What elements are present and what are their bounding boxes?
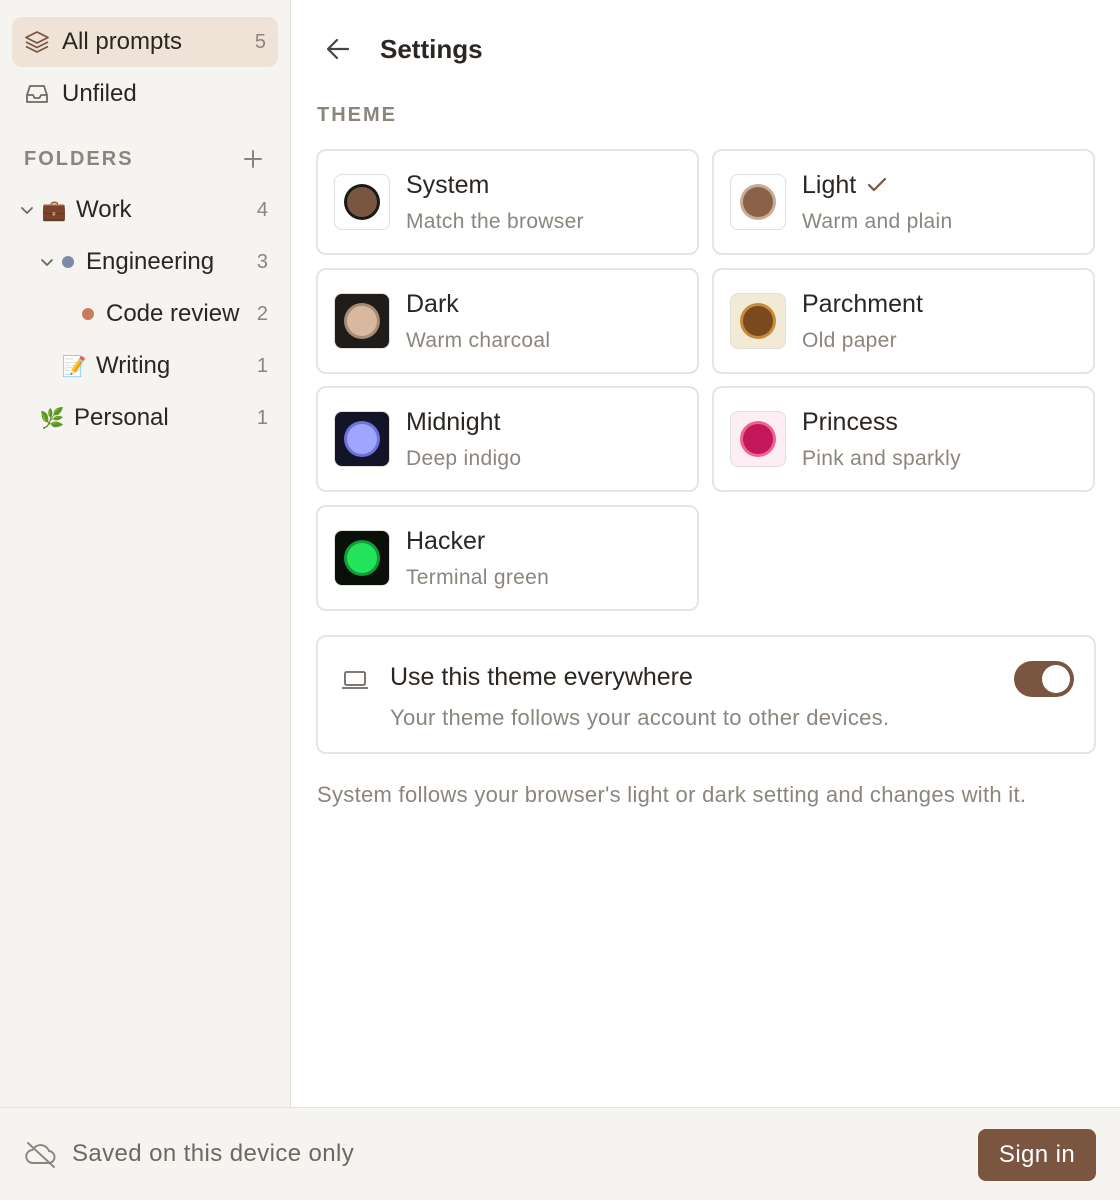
folder-count: 4	[256, 198, 268, 221]
sync-title: Use this theme everywhere	[390, 663, 693, 691]
folder-personal[interactable]: 🌿 Personal 1	[38, 396, 268, 440]
folders-title: FOLDERS	[24, 147, 134, 170]
theme-note: System follows your browser's light or d…	[317, 782, 1027, 807]
theme-desc: Pink and sparkly	[802, 446, 961, 470]
theme-desc: Warm charcoal	[406, 328, 551, 352]
theme-card-parchment[interactable]: Parchment Old paper	[712, 268, 1095, 374]
theme-swatch	[730, 293, 786, 349]
folder-code-review[interactable]: Code review 2	[76, 292, 268, 336]
theme-desc: Warm and plain	[802, 209, 953, 233]
theme-card-system[interactable]: System Match the browser	[316, 149, 699, 255]
theme-color-dot	[347, 543, 377, 573]
theme-card-dark[interactable]: Dark Warm charcoal	[316, 268, 699, 374]
nav-label: Unfiled	[62, 80, 137, 107]
settings-header: Settings	[320, 26, 483, 72]
theme-name: Princess	[802, 407, 898, 436]
folder-engineering[interactable]: Engineering 3	[38, 240, 268, 284]
herb-icon: 🌿	[39, 407, 65, 430]
folder-label: Work	[76, 196, 132, 223]
folder-color-dot	[82, 308, 94, 320]
theme-desc: Old paper	[802, 328, 897, 352]
folder-writing[interactable]: 📝 Writing 1	[60, 344, 268, 388]
nav-unfiled[interactable]: Unfiled	[12, 69, 278, 119]
laptop-icon	[340, 665, 370, 695]
folder-label: Engineering	[86, 248, 215, 275]
theme-swatch	[730, 174, 786, 230]
chevron-down-icon[interactable]	[38, 253, 56, 271]
theme-name: Dark	[406, 289, 459, 318]
theme-swatch	[334, 411, 390, 467]
theme-color-dot	[743, 187, 773, 217]
folder-label: Writing	[96, 352, 171, 379]
sign-in-button[interactable]: Sign in	[978, 1129, 1096, 1181]
theme-card-hacker[interactable]: Hacker Terminal green	[316, 505, 699, 611]
theme-card-light[interactable]: Light Warm and plain	[712, 149, 1095, 255]
add-folder-icon[interactable]	[242, 148, 264, 170]
sync-description: Your theme follows your account to other…	[390, 705, 890, 730]
theme-section-label: THEME	[317, 104, 397, 126]
back-arrow-icon[interactable]	[320, 31, 356, 67]
save-status: Saved on this device only	[72, 1140, 355, 1167]
checkmark-icon	[866, 176, 888, 194]
folder-count: 3	[256, 250, 268, 273]
sidebar: All prompts 5 Unfiled FOLDERS 💼 Work 4 E…	[0, 0, 291, 1107]
folder-label: Code review	[106, 300, 240, 327]
nav-all-prompts[interactable]: All prompts 5	[12, 17, 278, 67]
toggle-knob	[1042, 665, 1070, 693]
theme-color-dot	[743, 424, 773, 454]
theme-color-dot	[743, 306, 773, 336]
theme-name: System	[406, 170, 490, 199]
briefcase-icon: 💼	[41, 199, 67, 222]
folder-work[interactable]: 💼 Work 4	[18, 188, 268, 232]
theme-swatch	[334, 174, 390, 230]
theme-desc: Match the browser	[406, 209, 584, 233]
theme-desc: Terminal green	[406, 565, 550, 589]
theme-color-dot	[347, 424, 377, 454]
nav-label: All prompts	[62, 28, 183, 55]
theme-sync-setting: Use this theme everywhere Your theme fol…	[316, 635, 1096, 754]
folder-color-dot	[62, 256, 74, 268]
folder-count: 1	[256, 406, 268, 429]
cloud-off-icon	[24, 1138, 58, 1172]
folders-header: FOLDERS	[24, 144, 264, 174]
theme-color-dot	[347, 187, 377, 217]
chevron-down-icon[interactable]	[18, 201, 36, 219]
folder-count: 2	[256, 302, 268, 325]
sync-toggle[interactable]	[1014, 661, 1074, 697]
settings-panel: Settings THEME System Match the browser …	[292, 0, 1120, 1107]
folder-count: 1	[256, 354, 268, 377]
memo-icon: 📝	[61, 355, 87, 378]
footer-bar: Saved on this device only Sign in	[0, 1107, 1120, 1200]
theme-card-princess[interactable]: Princess Pink and sparkly	[712, 386, 1095, 492]
inbox-icon	[24, 81, 50, 107]
nav-count: 5	[254, 30, 266, 53]
theme-name: Hacker	[406, 526, 486, 555]
theme-swatch	[334, 530, 390, 586]
theme-card-midnight[interactable]: Midnight Deep indigo	[316, 386, 699, 492]
folder-label: Personal	[74, 404, 169, 431]
theme-desc: Deep indigo	[406, 446, 522, 470]
layers-icon	[24, 29, 50, 55]
theme-swatch	[730, 411, 786, 467]
theme-color-dot	[347, 306, 377, 336]
theme-name: Parchment	[802, 289, 923, 318]
theme-swatch	[334, 293, 390, 349]
page-title: Settings	[380, 33, 483, 64]
theme-name: Midnight	[406, 407, 501, 436]
theme-name: Light	[802, 170, 857, 199]
